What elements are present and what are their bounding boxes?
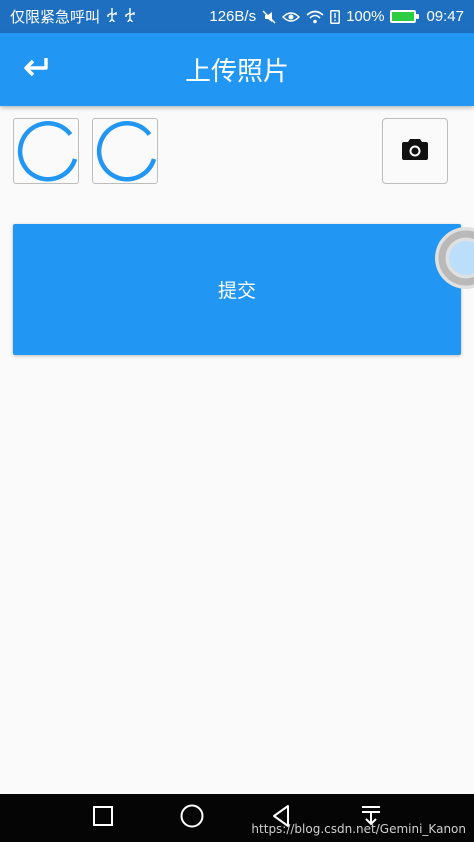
- status-left: 仅限紧急呼叫: [10, 6, 136, 27]
- loading-spinner-icon: [17, 121, 78, 182]
- photo-thumbnail[interactable]: [13, 118, 79, 184]
- square-icon: [92, 805, 114, 832]
- app-bar: 上传照片: [0, 33, 474, 106]
- network-speed: 126B/s: [209, 8, 257, 25]
- home-button[interactable]: [177, 804, 207, 832]
- camera-icon: [401, 137, 429, 166]
- battery-percent: 100%: [346, 8, 385, 25]
- back-arrow-icon: [22, 55, 50, 84]
- status-right: 126B/s 100% 09:47: [209, 8, 464, 25]
- mute-icon: [262, 9, 276, 24]
- camera-button[interactable]: [382, 118, 448, 184]
- eye-icon: [282, 11, 301, 23]
- loading-spinner-icon: [96, 121, 157, 182]
- page-title: 上传照片: [184, 57, 289, 87]
- clock: 09:47: [426, 8, 464, 25]
- navigation-bar: https://blog.csdn.net/Gemini_Kanon: [0, 794, 474, 842]
- watermark: https://blog.csdn.net/Gemini_Kanon: [251, 822, 466, 836]
- back-button[interactable]: [14, 49, 58, 89]
- photo-thumbnail[interactable]: [92, 118, 158, 184]
- wifi-icon: [306, 10, 324, 24]
- refresh-indicator: [430, 222, 474, 294]
- circle-icon: [179, 803, 205, 834]
- sim-alert-icon: [330, 9, 341, 24]
- submit-button[interactable]: 提交: [13, 224, 461, 355]
- recent-apps-button[interactable]: [88, 804, 118, 832]
- status-bar: 仅限紧急呼叫 126B/s 100% 09:47: [0, 0, 474, 33]
- carrier-text: 仅限紧急呼叫: [10, 9, 101, 26]
- usb-icon: [106, 7, 118, 26]
- usb-icon: [124, 7, 136, 26]
- battery-icon: [390, 10, 420, 23]
